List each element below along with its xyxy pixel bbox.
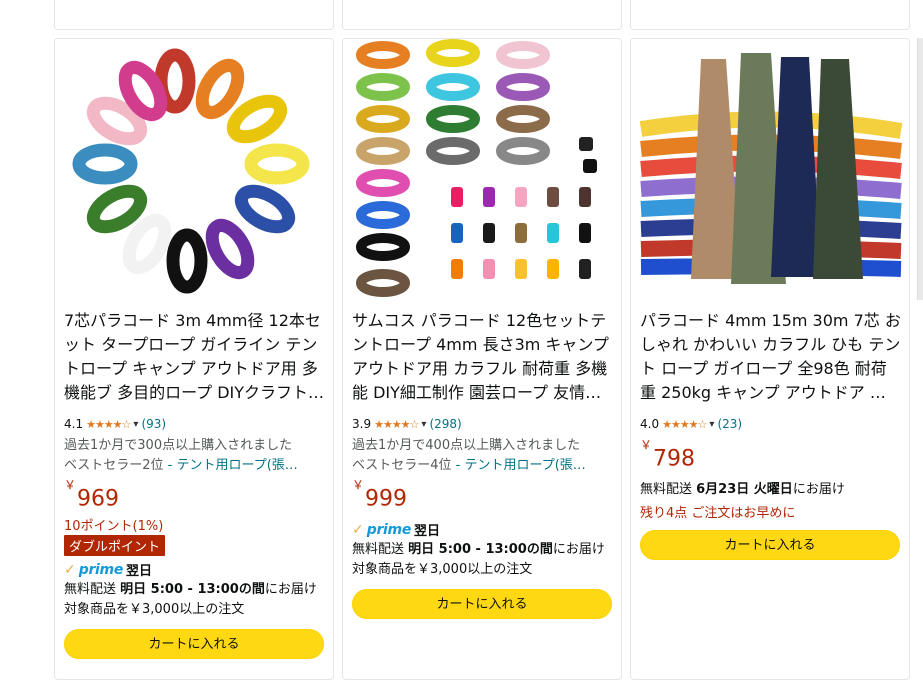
add-to-cart-button[interactable]: カートに入れる: [640, 530, 900, 560]
product-card-above: [342, 0, 622, 30]
paracord-hanks-image: [631, 39, 909, 301]
currency-symbol: ￥: [64, 478, 77, 492]
purchase-count: 過去1か月で400点以上購入されました: [352, 438, 581, 453]
prime-delivery-day: 翌日: [126, 564, 153, 579]
prime-check-icon: ✓: [64, 561, 76, 578]
price-value: 969: [77, 486, 120, 512]
prime-logo: prime: [78, 561, 124, 578]
star-rating-icon[interactable]: ★★★★☆: [662, 418, 707, 431]
price-value: 999: [365, 486, 408, 512]
ship-prefix: 無料配送: [352, 542, 409, 557]
product-card: パラコード 4mm 15m 30m 7芯 おしゃれ かわいい カラフル ひも テ…: [630, 38, 910, 680]
paracord-set-image: [343, 39, 621, 301]
ship-prefix: 無料配送: [640, 482, 697, 497]
chevron-down-icon[interactable]: ▾: [421, 419, 426, 430]
bestseller-rank: ベストセラー2位 - テント用ロープ(張…: [64, 456, 326, 476]
product-card-above: [54, 0, 334, 30]
points: 10ポイント(1%): [64, 519, 164, 534]
paracord-bundles-image: [55, 39, 333, 301]
bestseller-category-link[interactable]: - テント用ロープ(張…: [456, 458, 586, 473]
product-image[interactable]: [55, 39, 333, 301]
rating[interactable]: 4.1 ★★★★☆ ▾ (93): [64, 415, 166, 433]
price: ￥798: [640, 438, 696, 472]
chevron-down-icon[interactable]: ▾: [133, 419, 138, 430]
ship-date: 明日 5:00 - 13:00の間: [408, 542, 553, 557]
review-count-link[interactable]: (298): [429, 417, 461, 431]
star-rating-icon[interactable]: ★★★★☆: [86, 418, 131, 431]
rating-value: 3.9: [352, 417, 372, 431]
purchase-count: 過去1か月で300点以上購入されました: [64, 438, 293, 453]
rating[interactable]: 4.0 ★★★★☆ ▾ (23): [640, 415, 742, 433]
double-points-badge: ダブルポイント: [64, 535, 166, 556]
product-title[interactable]: サムコス パラコード 12色セットテントロープ 4mm 長さ3m キャンプ アウ…: [352, 309, 614, 405]
ship-date: 6月23日 火曜日: [696, 482, 793, 497]
price: ￥969: [64, 478, 120, 512]
product-title[interactable]: パラコード 4mm 15m 30m 7芯 おしゃれ かわいい カラフル ひも テ…: [640, 309, 902, 405]
next-card-edge: [917, 38, 923, 300]
review-count-link[interactable]: (93): [141, 417, 166, 431]
product-card-above: [630, 0, 910, 30]
currency-symbol: ￥: [352, 478, 365, 492]
shipping-info: 無料配送 6月23日 火曜日にお届け: [640, 480, 902, 500]
prime-badge: ✓ prime 翌日: [352, 520, 441, 540]
shipping-info: 無料配送 明日 5:00 - 13:00の間にお届け 対象商品を￥3,000以上…: [64, 580, 326, 620]
rating[interactable]: 3.9 ★★★★☆ ▾ (298): [352, 415, 462, 433]
price-value: 798: [653, 446, 696, 472]
product-card: サムコス パラコード 12色セットテントロープ 4mm 長さ3m キャンプ アウ…: [342, 38, 622, 680]
rating-value: 4.1: [64, 417, 84, 431]
bestseller-rank: ベストセラー4位 - テント用ロープ(張…: [352, 456, 614, 476]
add-to-cart-button[interactable]: カートに入れる: [64, 629, 324, 659]
bestseller-label: ベストセラー4位: [352, 458, 452, 473]
shipping-info: 無料配送 明日 5:00 - 13:00の間にお届け 対象商品を￥3,000以上…: [352, 540, 614, 580]
ship-prefix: 無料配送: [64, 582, 121, 597]
price: ￥999: [352, 478, 408, 512]
chevron-down-icon[interactable]: ▾: [709, 419, 714, 430]
product-title[interactable]: 7芯パラコード 3m 4mm径 12本セット タープロープ ガイライン テントロ…: [64, 309, 326, 405]
review-count-link[interactable]: (23): [717, 417, 742, 431]
prime-badge: ✓ prime 翌日: [64, 560, 153, 580]
bestseller-label: ベストセラー2位: [64, 458, 164, 473]
currency-symbol: ￥: [640, 438, 653, 452]
product-image[interactable]: [631, 39, 909, 301]
stock-warning: 残り4点 ご注文はお早めに: [640, 506, 796, 521]
product-image[interactable]: [343, 39, 621, 301]
prime-logo: prime: [366, 521, 412, 538]
product-card: 7芯パラコード 3m 4mm径 12本セット タープロープ ガイライン テントロ…: [54, 38, 334, 680]
ship-date: 明日 5:00 - 13:00の間: [120, 582, 265, 597]
add-to-cart-button[interactable]: カートに入れる: [352, 589, 612, 619]
star-rating-icon[interactable]: ★★★★☆: [374, 418, 419, 431]
rating-value: 4.0: [640, 417, 660, 431]
prime-delivery-day: 翌日: [414, 524, 441, 539]
prime-check-icon: ✓: [352, 521, 364, 538]
ship-suffix: にお届け: [792, 482, 845, 497]
bestseller-category-link[interactable]: - テント用ロープ(張…: [168, 458, 298, 473]
